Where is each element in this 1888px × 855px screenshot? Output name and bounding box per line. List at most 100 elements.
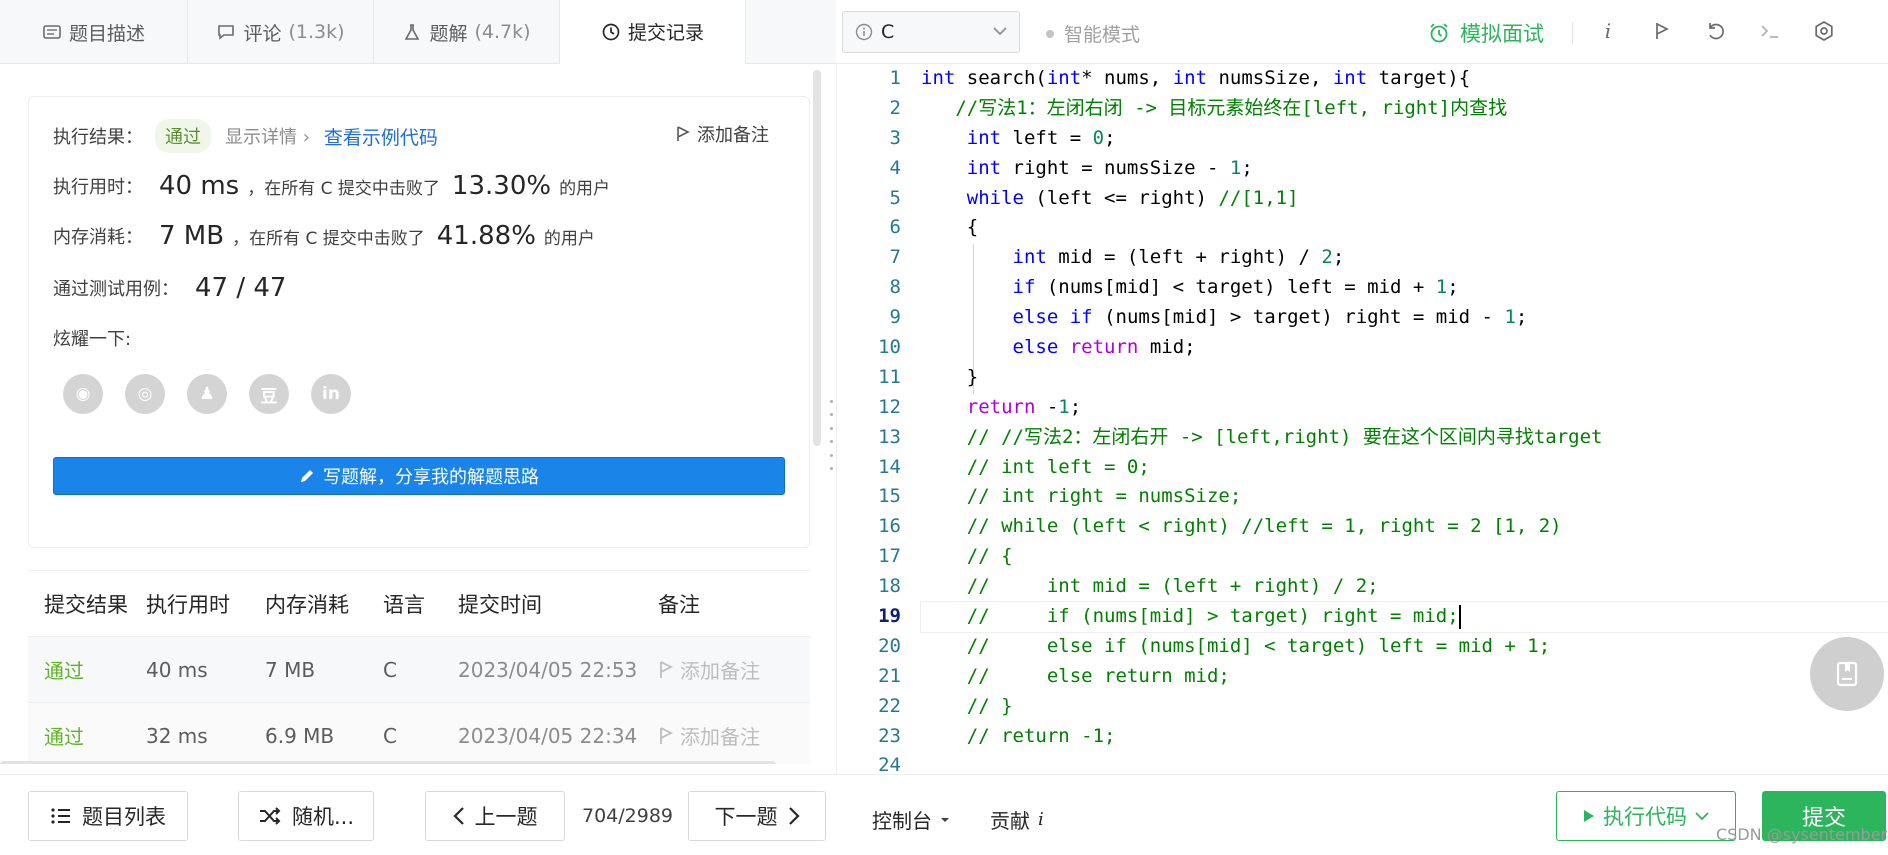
tab-comments[interactable]: 评论 (1.3k) bbox=[188, 0, 374, 64]
row-runtime: 32 ms bbox=[146, 723, 208, 748]
code-line[interactable]: //写法1：左闭右闭 -> 目标元素始终在[left, right]内查找 bbox=[921, 94, 1888, 124]
row-memory: 7 MB bbox=[265, 657, 316, 682]
wechat-icon[interactable]: ◉ bbox=[63, 374, 103, 414]
header-runtime: 执行用时 bbox=[146, 592, 230, 617]
problem-pager: 704/2989 bbox=[582, 805, 674, 827]
show-details-link[interactable]: 显示详情 › bbox=[225, 123, 310, 149]
next-problem-button[interactable]: 下一题 bbox=[688, 791, 826, 841]
row-language: C bbox=[383, 657, 397, 682]
add-note-button[interactable]: 添加备注 bbox=[675, 121, 769, 147]
row-add-note-button[interactable]: 添加备注 bbox=[658, 655, 810, 684]
code-line[interactable]: // } bbox=[921, 692, 1888, 722]
weibo-icon[interactable]: ◎ bbox=[125, 374, 165, 414]
row-result[interactable]: 通过 bbox=[28, 655, 146, 684]
tab-submissions[interactable]: 提交记录 bbox=[560, 0, 746, 64]
language-value: C bbox=[881, 21, 895, 43]
code-line[interactable]: if (nums[mid] < target) left = mid + 1; bbox=[921, 273, 1888, 303]
code-area[interactable]: int search(int* nums, int numsSize, int … bbox=[920, 64, 1888, 781]
info-icon[interactable]: i bbox=[1596, 18, 1620, 44]
panel-resize-handle[interactable] bbox=[828, 400, 834, 470]
code-line[interactable]: else if (nums[mid] > target) right = mid… bbox=[921, 303, 1888, 333]
code-line[interactable]: // int left = 0; bbox=[921, 453, 1888, 483]
testcase-label: 通过测试用例： bbox=[53, 279, 179, 300]
smart-mode-toggle[interactable]: 智能模式 bbox=[1046, 20, 1140, 47]
code-line[interactable]: // int mid = (left + right) / 2; bbox=[921, 572, 1888, 602]
code-line[interactable]: } bbox=[921, 363, 1888, 393]
terminal-icon[interactable] bbox=[1758, 18, 1782, 44]
code-line[interactable]: // while (left < right) //left = 1, righ… bbox=[921, 512, 1888, 542]
row-timestamp: 2023/04/05 22:53 bbox=[458, 657, 638, 682]
notes-fab-button[interactable] bbox=[1810, 637, 1884, 711]
chevron-down-icon bbox=[1695, 812, 1709, 821]
table-row[interactable]: 通过 32 ms 6.9 MB C 2023/04/05 22:34 添加备注 bbox=[28, 702, 810, 764]
tab-description[interactable]: 题目描述 bbox=[0, 0, 188, 64]
code-line[interactable]: int search(int* nums, int numsSize, int … bbox=[921, 64, 1888, 94]
qq-icon[interactable]: ♟ bbox=[187, 374, 227, 414]
code-line[interactable]: // return -1; bbox=[921, 722, 1888, 752]
submission-panel: 执行结果： 通过 显示详情 › 查看示例代码 添加备注 执行用时： 40 ms … bbox=[0, 64, 836, 764]
reset-icon[interactable] bbox=[1704, 18, 1728, 44]
code-line[interactable]: // else return mid; bbox=[921, 662, 1888, 692]
code-line[interactable]: int right = numsSize - 1; bbox=[921, 154, 1888, 184]
douban-icon[interactable]: 豆 bbox=[249, 374, 289, 414]
code-line[interactable]: else return mid; bbox=[921, 333, 1888, 363]
line-number: 11 bbox=[878, 365, 901, 388]
vertical-scrollbar[interactable] bbox=[813, 70, 821, 446]
code-line[interactable]: int mid = (left + right) / 2; bbox=[921, 243, 1888, 273]
table-row[interactable]: 通过 40 ms 7 MB C 2023/04/05 22:53 添加备注 bbox=[28, 636, 810, 702]
header-language: 语言 bbox=[383, 592, 425, 617]
code-line[interactable]: while (left <= right) //[1,1] bbox=[921, 184, 1888, 214]
code-line[interactable]: // //写法2：左闭右开 -> [left,right) 要在这个区间内寻找t… bbox=[921, 423, 1888, 453]
row-timestamp: 2023/04/05 22:34 bbox=[458, 723, 638, 748]
code-line[interactable]: // if (nums[mid] > target) right = mid; bbox=[920, 601, 1888, 633]
line-number: 13 bbox=[878, 425, 901, 448]
code-line[interactable]: int left = 0; bbox=[921, 124, 1888, 154]
write-solution-button[interactable]: 写题解，分享我的解题思路 bbox=[53, 457, 785, 495]
tab-solutions[interactable]: 题解 (4.7k) bbox=[374, 0, 560, 64]
code-line[interactable]: return -1; bbox=[921, 393, 1888, 423]
settings-icon[interactable] bbox=[1812, 18, 1836, 44]
console-toggle[interactable]: 控制台 bbox=[872, 805, 950, 834]
mock-interview-button[interactable]: 模拟面试 bbox=[1428, 18, 1544, 48]
play-icon bbox=[1584, 810, 1594, 822]
memory-text: ，在所有 C 提交中击败了 bbox=[232, 228, 425, 249]
table-header: 提交结果 执行用时 内存消耗 语言 提交时间 备注 bbox=[28, 570, 810, 636]
line-number: 4 bbox=[889, 156, 901, 179]
problem-list-button[interactable]: 题目列表 bbox=[28, 791, 188, 841]
add-note-label: 添加备注 bbox=[697, 125, 769, 146]
flag-icon bbox=[660, 660, 674, 678]
header-time: 提交时间 bbox=[458, 592, 542, 617]
runtime-percent: 13.30% bbox=[451, 171, 552, 201]
text-cursor bbox=[1458, 604, 1461, 629]
code-line[interactable]: { bbox=[921, 213, 1888, 243]
code-line[interactable]: // int right = numsSize; bbox=[921, 482, 1888, 512]
row-note-label: 添加备注 bbox=[680, 659, 760, 683]
runtime-text: ，在所有 C 提交中击败了 bbox=[247, 178, 440, 199]
line-number: 19 bbox=[878, 605, 901, 628]
flask-icon bbox=[405, 24, 420, 40]
sample-code-link[interactable]: 查看示例代码 bbox=[324, 123, 438, 150]
language-select[interactable]: C bbox=[842, 11, 1020, 53]
code-editor[interactable]: 1 2 3 4 5 6 7 8 9 10 11 12 13 14 15 16 17 18 19 20 21 22 23 24 … bbox=[836, 64, 1888, 776]
share-icons: ◉ ◎ ♟ 豆 in bbox=[63, 374, 351, 414]
row-result[interactable]: 通过 bbox=[28, 721, 146, 750]
code-line[interactable]: // { bbox=[921, 542, 1888, 572]
linkedin-icon[interactable]: in bbox=[311, 374, 351, 414]
row-runtime: 40 ms bbox=[146, 657, 208, 682]
row-add-note-button[interactable]: 添加备注 bbox=[658, 721, 810, 750]
horizontal-scrollbar[interactable] bbox=[0, 761, 776, 764]
description-icon bbox=[43, 25, 61, 39]
memory-label: 内存消耗： bbox=[53, 227, 143, 248]
info-icon: i bbox=[1038, 809, 1044, 830]
console-label: 控制台 bbox=[872, 809, 932, 833]
row-note-label: 添加备注 bbox=[680, 725, 760, 749]
prev-problem-button[interactable]: 上一题 bbox=[425, 791, 565, 841]
line-number: 8 bbox=[889, 276, 901, 299]
random-button[interactable]: 随机... bbox=[238, 791, 374, 841]
code-line[interactable]: // else if (nums[mid] < target) left = m… bbox=[921, 632, 1888, 662]
pencil-icon bbox=[301, 470, 313, 482]
run-code-button[interactable]: 执行代码 bbox=[1556, 791, 1736, 841]
debug-icon[interactable] bbox=[1650, 18, 1674, 44]
share-row: 炫耀一下: bbox=[53, 325, 131, 351]
contribute-button[interactable]: 贡献 i bbox=[990, 805, 1044, 834]
